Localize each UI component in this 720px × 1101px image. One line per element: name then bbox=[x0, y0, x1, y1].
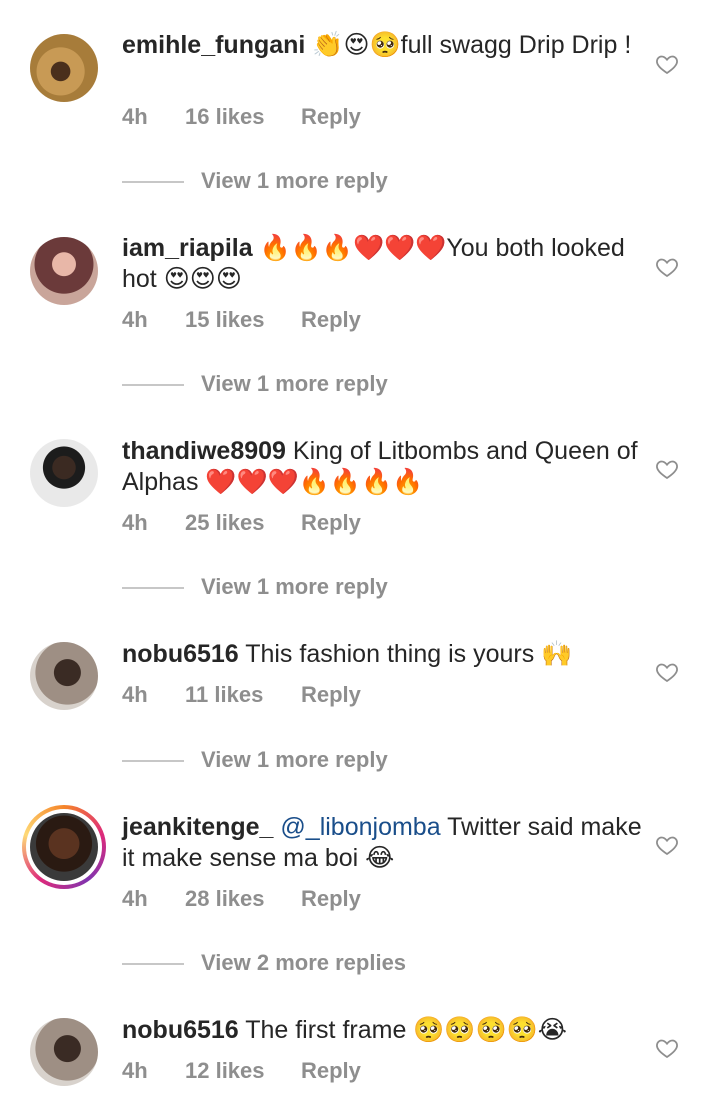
heart-outline-icon[interactable] bbox=[655, 255, 679, 279]
comment-text: nobu6516 This fashion thing is yours 🙌 bbox=[122, 639, 642, 670]
likes-count[interactable]: 15 likes bbox=[185, 307, 265, 333]
username[interactable]: thandiwe8909 bbox=[122, 437, 286, 465]
avatar bbox=[30, 813, 98, 881]
timestamp: 4h bbox=[122, 510, 148, 535]
reply-button[interactable]: Reply bbox=[301, 510, 361, 536]
view-more-label[interactable]: View 1 more reply bbox=[201, 371, 388, 397]
comment-text: emihle_fungani 👏😍🥺full swagg Drip Drip ! bbox=[122, 30, 642, 61]
comment-body: The first frame 🥺🥺🥺🥺😭 bbox=[245, 1016, 568, 1044]
view-more-label[interactable]: View 1 more reply bbox=[201, 574, 388, 600]
avatar[interactable] bbox=[30, 237, 98, 305]
reply-button[interactable]: Reply bbox=[301, 1058, 361, 1084]
divider bbox=[122, 963, 184, 965]
heart-outline-icon[interactable] bbox=[655, 660, 679, 684]
divider bbox=[122, 760, 184, 762]
likes-count[interactable]: 12 likes bbox=[185, 1058, 265, 1084]
username[interactable]: nobu6516 bbox=[122, 640, 239, 668]
avatar[interactable] bbox=[30, 34, 98, 102]
username[interactable]: jeankitenge_ bbox=[122, 813, 273, 841]
mention-link[interactable]: @_libonjomba bbox=[280, 813, 440, 841]
timestamp: 4h bbox=[122, 307, 148, 332]
avatar-ring-gap bbox=[26, 809, 102, 885]
likes-count[interactable]: 25 likes bbox=[185, 510, 265, 536]
comment-text: iam_riapila 🔥🔥🔥❤️❤️❤️You both looked hot… bbox=[122, 233, 642, 295]
likes-count[interactable]: 11 likes bbox=[185, 682, 263, 708]
username[interactable]: iam_riapila bbox=[122, 234, 253, 262]
reply-button[interactable]: Reply bbox=[301, 886, 361, 912]
heart-outline-icon[interactable] bbox=[655, 833, 679, 857]
reply-button[interactable]: Reply bbox=[301, 307, 361, 333]
comment-body: 👏😍🥺full swagg Drip Drip ! bbox=[312, 31, 632, 59]
timestamp: 4h bbox=[122, 104, 148, 129]
heart-outline-icon[interactable] bbox=[655, 52, 679, 76]
reply-button[interactable]: Reply bbox=[301, 682, 361, 708]
comment-text: jeankitenge_ @_libonjomba Twitter said m… bbox=[122, 812, 642, 874]
likes-count[interactable]: 28 likes bbox=[185, 886, 265, 912]
divider bbox=[122, 587, 184, 589]
timestamp: 4h bbox=[122, 886, 148, 911]
avatar[interactable] bbox=[30, 1018, 98, 1086]
view-more-label[interactable]: View 2 more replies bbox=[201, 950, 406, 976]
avatar-story-ring[interactable] bbox=[22, 805, 106, 889]
username[interactable]: emihle_fungani bbox=[122, 31, 305, 59]
comment-text: thandiwe8909 King of Litbombs and Queen … bbox=[122, 436, 642, 498]
view-more-label[interactable]: View 1 more reply bbox=[201, 747, 388, 773]
view-more-label[interactable]: View 1 more reply bbox=[201, 168, 388, 194]
reply-button[interactable]: Reply bbox=[301, 104, 361, 130]
username[interactable]: nobu6516 bbox=[122, 1016, 239, 1044]
avatar[interactable] bbox=[30, 642, 98, 710]
divider bbox=[122, 384, 184, 386]
timestamp: 4h bbox=[122, 682, 148, 707]
heart-outline-icon[interactable] bbox=[655, 457, 679, 481]
timestamp: 4h bbox=[122, 1058, 148, 1083]
avatar[interactable] bbox=[30, 439, 98, 507]
heart-outline-icon[interactable] bbox=[655, 1036, 679, 1060]
comment-text: nobu6516 The first frame 🥺🥺🥺🥺😭 bbox=[122, 1015, 642, 1046]
comment-body: This fashion thing is yours 🙌 bbox=[245, 640, 573, 668]
likes-count[interactable]: 16 likes bbox=[185, 104, 265, 130]
divider bbox=[122, 181, 184, 183]
